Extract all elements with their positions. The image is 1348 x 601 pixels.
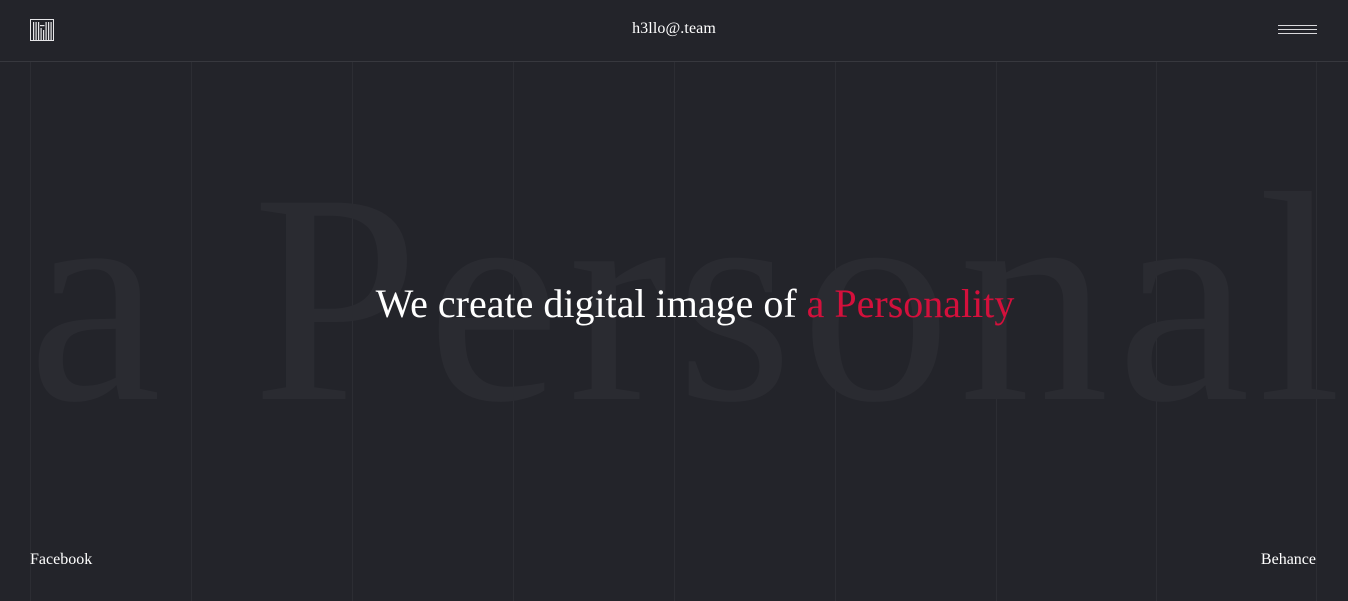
hero-headline-main: We create digital image of: [375, 281, 807, 326]
behance-link[interactable]: Behance: [1261, 551, 1316, 569]
hero-headline: We create digital image of a Personality: [0, 281, 1348, 327]
hero-headline-accent: a Personality: [806, 281, 1015, 326]
page: h3llo@.team a Personality We create digi…: [0, 0, 1348, 601]
facebook-link[interactable]: Facebook: [30, 551, 92, 569]
hamburger-menu-icon[interactable]: [1278, 23, 1317, 37]
contact-email-link[interactable]: h3llo@.team: [0, 20, 1348, 38]
site-header: h3llo@.team: [0, 0, 1348, 62]
